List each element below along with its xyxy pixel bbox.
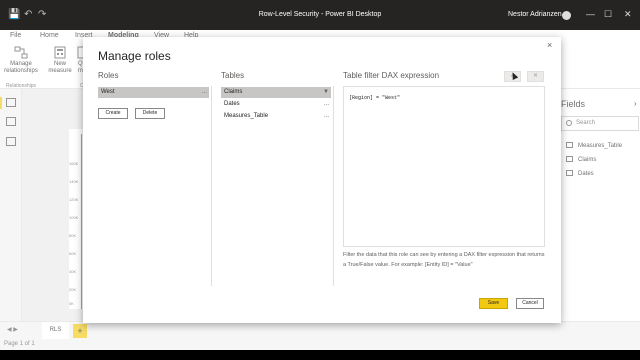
role-label: West xyxy=(101,89,115,95)
close-dialog-icon[interactable]: × xyxy=(547,40,552,50)
cancel-button[interactable]: Cancel xyxy=(516,298,544,309)
role-item-west[interactable]: West ... xyxy=(98,87,209,98)
dialog-title: Manage roles xyxy=(98,49,171,63)
minimize-button[interactable]: — xyxy=(586,9,595,19)
column-divider xyxy=(211,86,212,286)
avatar[interactable] xyxy=(562,11,571,20)
create-role-button[interactable]: Create xyxy=(98,108,128,119)
maximize-button[interactable]: ☐ xyxy=(604,9,612,20)
close-window-button[interactable]: ✕ xyxy=(624,9,632,20)
dax-expression-text: [Region] = "West" xyxy=(349,95,401,101)
table-label: Dates xyxy=(224,101,240,107)
user-name[interactable]: Nestor Adrianzen xyxy=(508,11,562,18)
dax-header: Table filter DAX expression xyxy=(343,71,440,80)
delete-role-button[interactable]: Delete xyxy=(135,108,165,119)
tables-header: Tables xyxy=(221,71,245,80)
cancel-expression-icon[interactable]: ✕ xyxy=(527,71,544,82)
title-bar: 💾 ↶ ↷ Row-Level Security - Power BI Desk… xyxy=(0,0,640,30)
dax-expression-editor[interactable]: [Region] = "West" xyxy=(343,86,545,247)
roles-header: Roles xyxy=(98,71,119,80)
table-label: Measures_Table xyxy=(224,113,269,119)
column-divider xyxy=(333,86,334,286)
more-options-icon[interactable]: ... xyxy=(202,87,207,98)
table-item-measures-table[interactable]: Measures_Table ... xyxy=(221,111,331,122)
save-button[interactable]: Save xyxy=(479,298,508,309)
table-item-claims[interactable]: Claims ▼ xyxy=(221,87,331,98)
more-options-icon[interactable]: ... xyxy=(324,111,329,122)
dax-hint-text: Filter the data that this role can see b… xyxy=(343,252,545,268)
table-item-dates[interactable]: Dates ... xyxy=(221,99,331,110)
power-bi-window: 💾 ↶ ↷ Row-Level Security - Power BI Desk… xyxy=(0,0,640,350)
table-label: Claims xyxy=(224,89,243,95)
more-options-icon[interactable]: ... xyxy=(324,99,329,110)
manage-roles-dialog: Manage roles × Roles West ... Create Del… xyxy=(83,37,561,323)
filter-icon[interactable]: ▼ xyxy=(323,87,329,98)
